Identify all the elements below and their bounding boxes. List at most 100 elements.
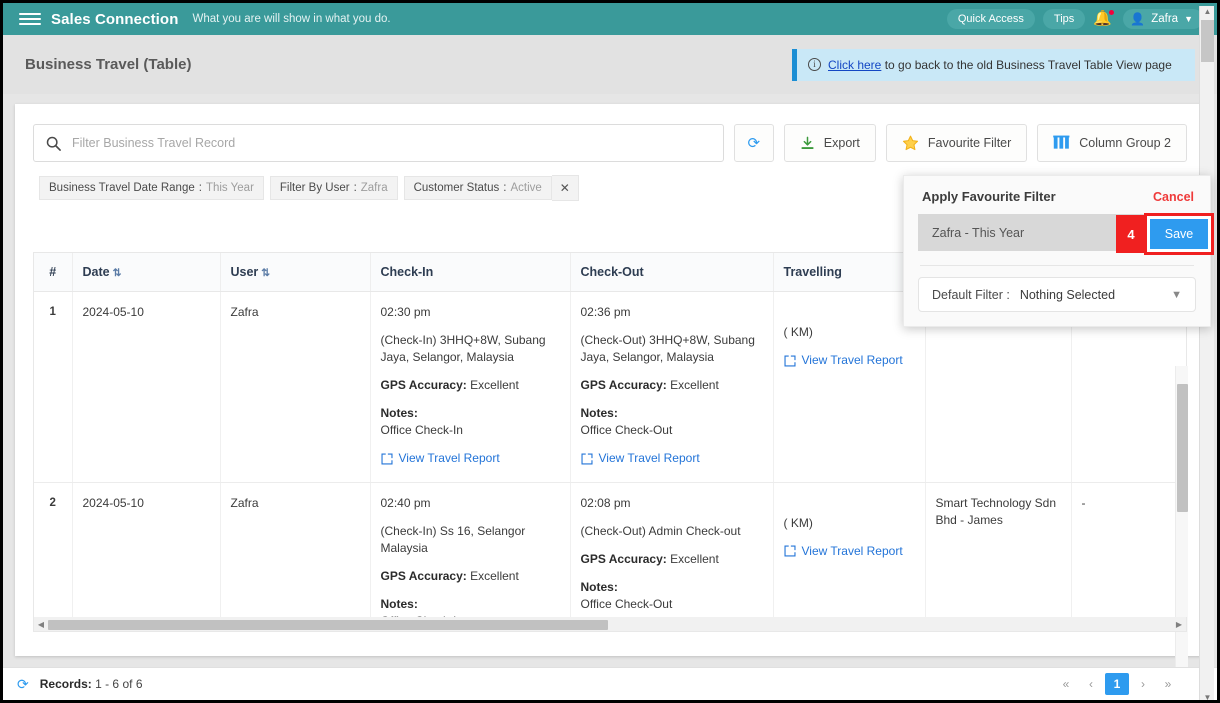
chevron-down-icon: ▼ [1171,288,1182,301]
column-header-date[interactable]: Date ⇅ [72,253,221,292]
column-header-checkin[interactable]: Check-In [370,253,571,292]
vertical-scroll-thumb[interactable] [1177,384,1188,512]
view-travel-report-link[interactable]: View Travel Report [580,450,700,467]
link-label: View Travel Report [801,543,903,558]
table-footer: ⟳ Records: 1 - 6 of 6 « ‹ 1 › » [3,667,1217,700]
hamburger-menu-icon[interactable] [19,10,41,28]
table-horizontal-scrollbar[interactable]: ◀ ▶ [33,617,1187,632]
page-header: Business Travel (Table) i Click here to … [3,35,1217,94]
search-box[interactable] [33,124,724,162]
cell-user: Zafra [220,291,371,483]
cell-user: Zafra [220,482,371,617]
pagination: « ‹ 1 › » [1055,673,1203,695]
click-here-link[interactable]: Click here [828,58,881,72]
gps-label: GPS Accuracy: [580,551,667,566]
default-filter-value: Nothing Selected [1019,287,1116,302]
view-travel-report-link[interactable]: View Travel Report [783,352,903,369]
tips-button[interactable]: Tips [1042,9,1086,29]
clear-filters-icon[interactable]: ✕ [551,175,579,201]
external-link-icon [783,545,796,557]
notes-value: Office Check-Out [580,423,673,438]
cell-index: 2 [34,482,73,617]
checkin-time: 02:40 pm [380,495,431,510]
pagination-next[interactable]: › [1132,673,1154,695]
cell-travelling: ( KM) View Travel Report [773,482,926,617]
travelling-km: ( KM) [783,325,813,339]
gps-label: GPS Accuracy: [380,378,467,393]
scroll-down-icon[interactable]: ▼ [1200,693,1215,700]
gps-label: GPS Accuracy: [580,378,667,393]
external-link-icon [580,453,593,465]
page-scroll-thumb[interactable] [1201,20,1214,62]
refresh-button[interactable]: ⟳ [733,124,774,162]
page-vertical-scrollbar[interactable]: ▲ ▼ [1199,6,1215,700]
chip-value: Active [510,182,542,194]
column-header-checkout[interactable]: Check-Out [570,253,774,292]
favourite-filter-label: Favourite Filter [927,136,1012,150]
horizontal-scroll-track[interactable] [48,619,1172,630]
table-row[interactable]: 2 2024-05-10 Zafra 02:40 pm (Check-In) S… [34,482,1186,617]
notes-value: Office Check-Out [580,596,673,611]
app-brand-title: Sales Connection [51,10,179,28]
export-button[interactable]: Export [783,124,876,162]
checkin-location: (Check-In) Ss 16, Selangor Malaysia [380,523,526,555]
travelling-km: ( KM) [783,515,813,530]
search-input[interactable] [72,136,711,150]
chip-colon: : [503,182,507,194]
pagination-last[interactable]: » [1157,673,1179,695]
cell-checkout: 02:08 pm (Check-Out) Admin Check-out GPS… [570,482,774,617]
cell-index: 1 [34,291,73,483]
scroll-right-icon[interactable]: ▶ [1172,620,1186,629]
top-bar-actions: Quick Access Tips 🔔 👤 Zafra ▼ [946,9,1209,29]
chip-value: This Year [205,182,254,194]
pagination-first[interactable]: « [1055,673,1077,695]
records-summary: Records: 1 - 6 of 6 [40,677,143,691]
notification-bell-icon[interactable]: 🔔 [1093,9,1116,29]
top-navigation-bar: Sales Connection What you are will show … [3,3,1217,35]
user-avatar-icon: 👤 [1130,12,1146,26]
column-group-button[interactable]: Column Group 2 [1037,124,1187,162]
pagination-page-1[interactable]: 1 [1105,673,1129,695]
chip-value: Zafra [360,182,388,194]
table-vertical-scrollbar[interactable]: ▼ [1175,366,1188,700]
checkout-location: (Check-Out) Admin Check-out [580,523,741,538]
scroll-left-icon[interactable]: ◀ [34,620,48,629]
sort-icon[interactable]: ⇅ [113,267,122,279]
cell-checkin: 02:30 pm (Check-In) 3HHQ+8W, Subang Jaya… [370,291,571,483]
filter-chip-user[interactable]: Filter By User : Zafra [269,176,398,200]
cancel-button[interactable]: Cancel [1153,190,1194,204]
star-icon [902,135,918,151]
filter-chip-customer-status[interactable]: Customer Status : Active [403,176,552,200]
link-label: View Travel Report [398,451,500,466]
horizontal-scroll-thumb[interactable] [48,619,608,630]
favourite-filter-button[interactable]: Favourite Filter [885,124,1028,162]
column-header-user[interactable]: User ⇅ [220,253,371,292]
filter-chip-date-range[interactable]: Business Travel Date Range : This Year [39,176,264,200]
pagination-prev[interactable]: ‹ [1080,673,1102,695]
view-travel-report-link[interactable]: View Travel Report [380,450,500,467]
page-title: Business Travel (Table) [25,56,192,73]
cell-customer: Smart Technology Sdn Bhd - James [925,482,1072,617]
cell-date: 2024-05-10 [72,482,221,617]
cell-duration: - [1071,482,1186,617]
export-label: Export [823,136,860,150]
checkin-notes: Notes: Office Check-In [381,405,560,439]
header-label: Date [82,265,110,279]
save-button[interactable]: Save [1150,219,1208,249]
favourite-filter-name: Zafra - This Year [932,225,1025,240]
user-name-label: Zafra [1151,13,1179,25]
checkout-gps: GPS Accuracy: Excellent [581,551,763,568]
download-icon [801,136,814,149]
user-menu[interactable]: 👤 Zafra ▼ [1123,9,1203,29]
records-of: of [122,677,133,691]
view-travel-report-link[interactable]: View Travel Report [783,543,903,560]
scroll-up-icon[interactable]: ▲ [1200,7,1215,16]
refresh-icon[interactable]: ⟳ [17,676,29,693]
gps-label: GPS Accuracy: [380,568,467,583]
checkout-notes: Notes: Office Check-Out [581,405,763,439]
quick-access-button[interactable]: Quick Access [946,9,1035,29]
records-label: Records: [39,677,92,691]
sort-icon[interactable]: ⇅ [261,267,270,279]
default-filter-select[interactable]: Default Filter : Nothing Selected ▼ [918,277,1196,312]
chip-colon: : [198,182,202,194]
